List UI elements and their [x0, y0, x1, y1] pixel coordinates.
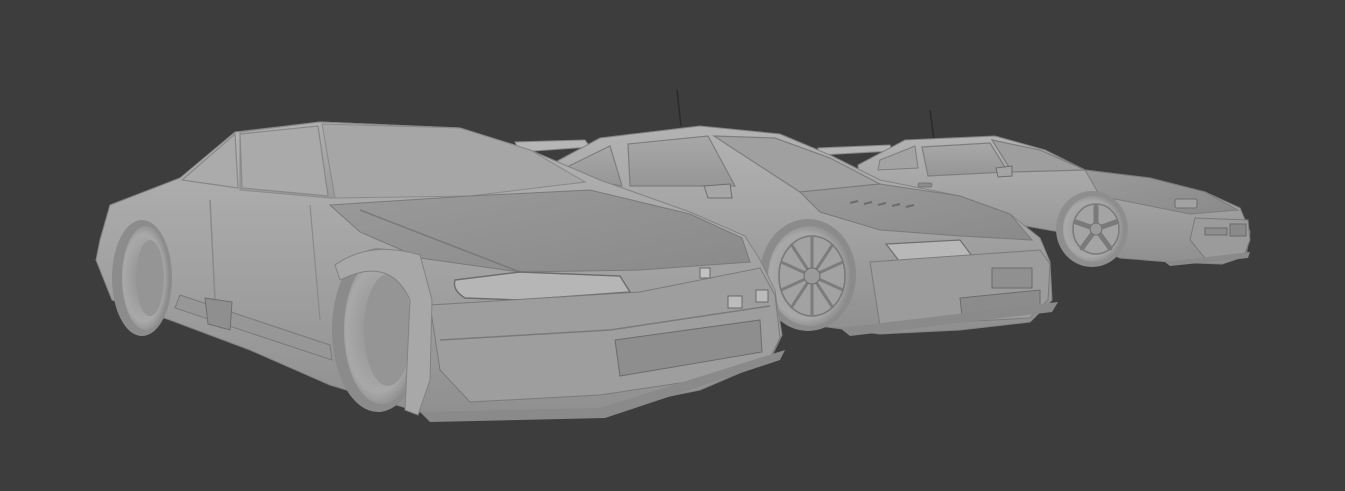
antenna	[676, 89, 682, 127]
side-mirror	[703, 183, 733, 199]
antenna	[929, 109, 935, 141]
rear-quarter-window	[180, 132, 239, 189]
grille	[991, 267, 1033, 289]
side-mirror	[995, 165, 1013, 178]
side-window	[239, 125, 329, 197]
windshield	[321, 123, 587, 199]
door-handle	[917, 182, 933, 188]
front-wheel	[1056, 191, 1128, 267]
tow-hook	[727, 295, 743, 309]
hood-vent	[1174, 198, 1198, 209]
rear-wheel	[112, 220, 172, 336]
viewport-canvas[interactable]	[0, 0, 1345, 491]
tow-hook	[755, 289, 769, 303]
intake	[1229, 223, 1247, 237]
grille-detail	[699, 267, 711, 279]
3d-viewport[interactable]	[0, 0, 1345, 491]
fog-light	[1204, 227, 1228, 236]
